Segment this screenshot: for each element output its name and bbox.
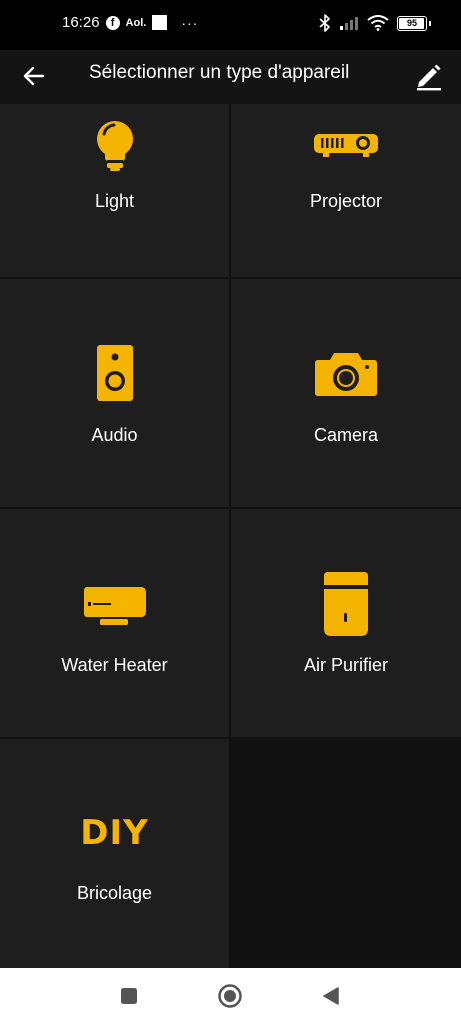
water-heater-icon bbox=[83, 587, 146, 625]
battery-nub bbox=[429, 20, 431, 26]
home-button[interactable] bbox=[216, 982, 244, 1010]
signal-icon bbox=[340, 17, 358, 30]
facebook-icon: f bbox=[105, 15, 120, 30]
device-label-audio: Audio bbox=[91, 425, 138, 445]
device-tile-diy[interactable]: DIY Bricolage bbox=[0, 739, 229, 968]
camera-icon bbox=[315, 353, 377, 396]
light-icon-wrap bbox=[0, 120, 229, 172]
battery-level: 95 bbox=[406, 18, 417, 28]
back-button[interactable] bbox=[18, 60, 50, 92]
device-tile-water-heater[interactable]: Water Heater bbox=[0, 509, 229, 737]
back-nav-button[interactable] bbox=[317, 982, 345, 1010]
square-icon bbox=[121, 988, 137, 1004]
status-right: 95 bbox=[319, 14, 431, 32]
device-label-light: Light bbox=[94, 191, 135, 211]
status-bar: 16:26 f Aol. ··· 95 bbox=[0, 0, 461, 50]
aol-notification: Aol. bbox=[125, 16, 147, 29]
status-time: 16:26 bbox=[62, 14, 100, 31]
light-bulb-icon bbox=[96, 121, 133, 171]
device-tile-camera[interactable]: Camera bbox=[231, 279, 461, 507]
system-navigation-bar bbox=[0, 968, 461, 1024]
recent-apps-button[interactable] bbox=[115, 982, 143, 1010]
projector-icon bbox=[314, 134, 378, 157]
device-label-water-heater: Water Heater bbox=[61, 655, 168, 675]
status-left: 16:26 f Aol. ··· bbox=[62, 14, 198, 31]
more-notifications-icon: ··· bbox=[181, 14, 199, 31]
edit-button[interactable] bbox=[411, 58, 447, 94]
diy-icon: DIY bbox=[80, 813, 149, 853]
device-tile-audio[interactable]: Audio bbox=[0, 279, 229, 507]
page-title: Sélectionner un type d'appareil bbox=[89, 62, 350, 83]
device-label-projector: Projector bbox=[309, 191, 383, 211]
device-tile-air-purifier[interactable]: Air Purifier bbox=[231, 509, 461, 737]
bluetooth-icon bbox=[319, 14, 330, 32]
device-label-bricolage: Bricolage bbox=[76, 883, 153, 903]
camera-icon-wrap bbox=[231, 351, 461, 397]
triangle-back-icon bbox=[323, 987, 339, 1005]
device-label-air-purifier: Air Purifier bbox=[303, 655, 388, 675]
wifi-icon bbox=[367, 15, 389, 31]
device-type-grid: Light Projector Audio Camera Water Heate… bbox=[0, 104, 461, 968]
device-label-camera: Camera bbox=[313, 425, 379, 445]
app-header: Sélectionner un type d'appareil bbox=[0, 50, 461, 104]
device-tile-projector[interactable]: Projector bbox=[231, 104, 461, 277]
audio-icon-wrap bbox=[0, 345, 229, 401]
diy-icon-wrap: DIY bbox=[0, 813, 229, 853]
speaker-icon bbox=[96, 345, 133, 401]
device-tile-light[interactable]: Light bbox=[0, 104, 229, 277]
arrow-left-icon bbox=[23, 66, 45, 86]
air-purifier-icon bbox=[324, 572, 368, 636]
battery-icon: 95 bbox=[397, 15, 427, 31]
pencil-icon bbox=[417, 64, 441, 91]
circle-icon bbox=[218, 984, 242, 1008]
projector-icon-wrap bbox=[231, 130, 461, 158]
notification-square-icon bbox=[152, 15, 168, 30]
water-heater-icon-wrap bbox=[0, 585, 229, 627]
air-purifier-icon-wrap bbox=[231, 571, 461, 637]
